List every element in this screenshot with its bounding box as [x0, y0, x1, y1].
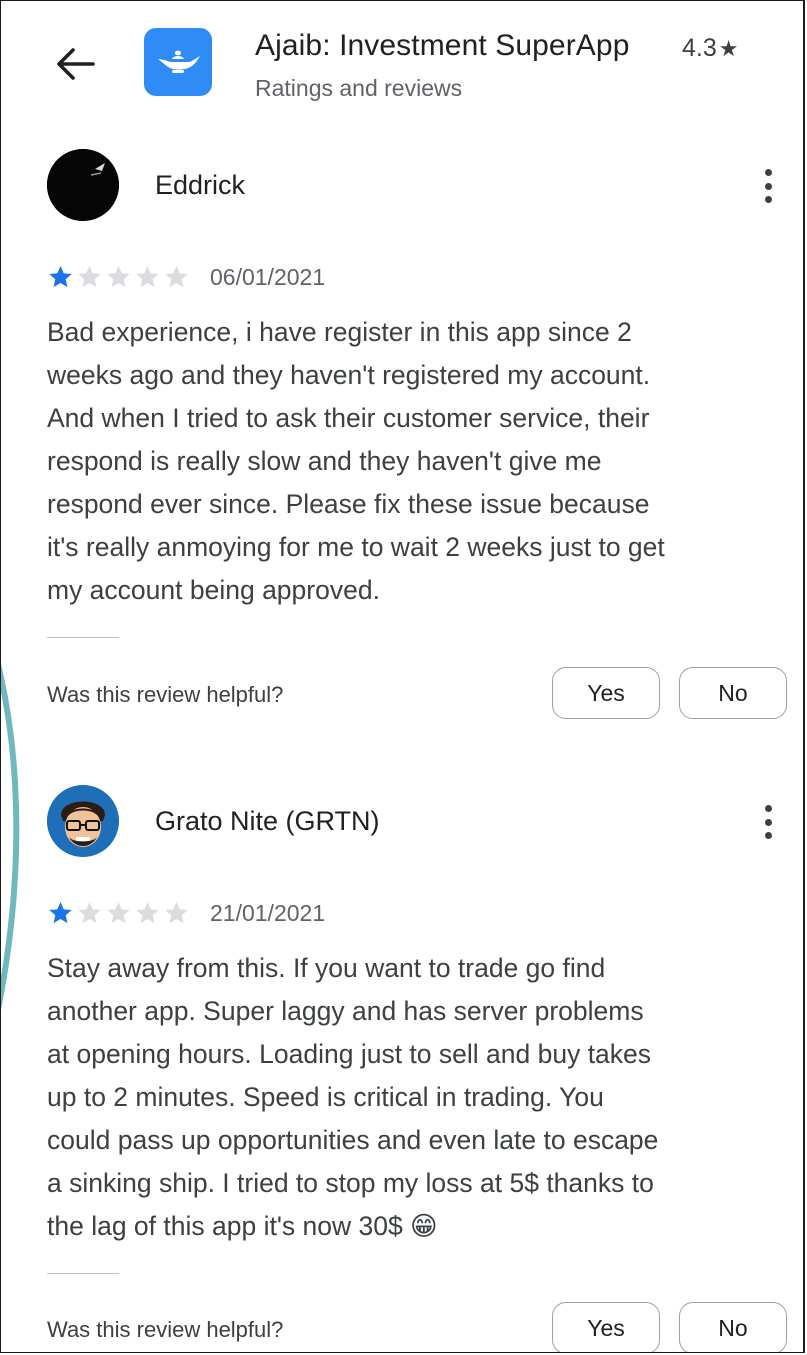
avatar-image	[47, 149, 119, 221]
avatar[interactable]	[47, 149, 119, 221]
more-vert-icon-dot	[764, 832, 772, 839]
app-icon	[144, 28, 212, 96]
helpful-question: Was this review helpful?	[47, 682, 284, 707]
helpful-yes-button[interactable]: Yes	[552, 1302, 660, 1352]
review-text: Bad experience, i have register in this …	[47, 311, 787, 612]
review-text-line: it's really anmoying for me to wait 2 we…	[47, 532, 665, 562]
review-text: Stay away from this. If you want to trad…	[47, 947, 787, 1248]
star-empty-icon	[78, 265, 101, 287]
star-rating	[47, 264, 190, 291]
star-filled-icon	[49, 901, 72, 923]
avatar-image	[47, 785, 119, 857]
app-header: Ajaib: Investment SuperApp 4.3★ Ratings …	[1, 1, 803, 121]
reviewer-name: Grato Nite (GRTN)	[155, 806, 380, 836]
helpful-yes-button[interactable]: Yes	[552, 667, 660, 719]
avatar[interactable]	[47, 785, 119, 857]
divider	[47, 1273, 119, 1274]
star-icon: ★	[718, 36, 739, 61]
screen-frame: Ajaib: Investment SuperApp 4.3★ Ratings …	[0, 0, 805, 1353]
review-text-line: respond ever since. Please fix these iss…	[47, 489, 650, 519]
star-empty-icon	[136, 901, 159, 923]
review-date: 21/01/2021	[210, 899, 326, 926]
helpful-no-button[interactable]: No	[679, 667, 787, 719]
rating-row: 21/01/2021	[47, 898, 325, 928]
arrow-left-icon	[57, 48, 95, 80]
star-empty-icon	[78, 901, 101, 923]
review-text-line: at opening hours. Loading just to sell a…	[47, 1039, 652, 1069]
review-text-line: Bad experience, i have register in this …	[47, 317, 632, 347]
app-title: Ajaib: Investment SuperApp	[255, 29, 630, 62]
helpful-row: Was this review helpful? Yes No	[47, 667, 787, 721]
more-options-button[interactable]	[753, 165, 783, 207]
app-rating-value: 4.3	[682, 34, 717, 62]
star-empty-icon	[107, 265, 130, 287]
helpful-row: Was this review helpful? Yes No	[47, 1302, 787, 1352]
more-options-button[interactable]	[753, 801, 783, 843]
helpful-question: Was this review helpful?	[47, 1317, 284, 1342]
review-text-line: a sinking ship. I tried to stop my loss …	[47, 1168, 654, 1198]
helpful-no-button[interactable]: No	[679, 1302, 787, 1352]
review-text-line: respond is really slow and they haven't …	[47, 446, 602, 476]
review-text-line: And when I tried to ask their customer s…	[47, 403, 650, 433]
review-text-line: could pass up opportunities and even lat…	[47, 1125, 659, 1155]
more-vert-icon-dot	[764, 182, 772, 190]
review-text-line: up to 2 minutes. Speed is critical in tr…	[47, 1082, 604, 1112]
star-empty-icon	[165, 901, 188, 923]
reviewer-name: Eddrick	[155, 170, 246, 200]
more-vert-icon	[764, 805, 772, 812]
more-vert-icon	[764, 169, 772, 176]
review-text-line: the lag of this app it's now 30$ 😁	[47, 1211, 438, 1241]
review-text-line: another app. Super laggy and has server …	[47, 996, 644, 1026]
review-text-line: my account being approved.	[47, 575, 380, 605]
star-filled-icon	[49, 265, 72, 287]
more-vert-icon-dot	[764, 818, 772, 826]
review-date: 06/01/2021	[210, 263, 326, 290]
rating-row: 06/01/2021	[47, 262, 325, 292]
star-empty-icon	[107, 901, 130, 923]
app-rating: 4.3★	[682, 34, 739, 63]
star-rating	[47, 900, 190, 927]
star-empty-icon	[136, 265, 159, 287]
back-button[interactable]	[47, 39, 103, 89]
star-empty-icon	[165, 265, 188, 287]
more-vert-icon-dot	[764, 196, 772, 203]
review-text-line: weeks ago and they haven't registered my…	[47, 360, 651, 390]
genie-lamp-icon	[158, 50, 200, 73]
page-subtitle: Ratings and reviews	[255, 75, 463, 101]
divider	[47, 637, 119, 638]
review-text-line: Stay away from this. If you want to trad…	[47, 953, 606, 983]
